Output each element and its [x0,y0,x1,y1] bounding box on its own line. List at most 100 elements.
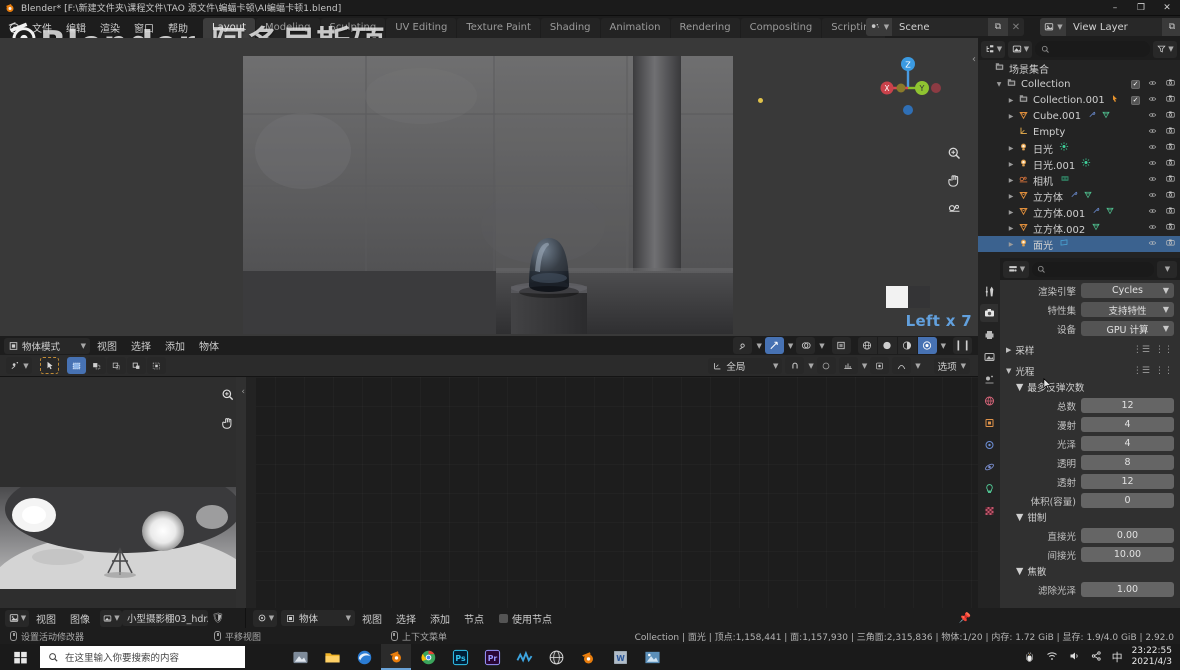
photos-icon[interactable] [285,644,315,670]
disclosure-triangle-icon[interactable]: ▶ [1006,209,1016,216]
zoom-icon[interactable] [944,143,965,164]
preset-list-icon[interactable]: ⋮☰ [1133,366,1150,376]
properties-options-icon[interactable]: ▼ [1157,261,1177,278]
taskbar-search-input[interactable]: 在这里输入你要搜索的内容 [40,646,245,668]
drag-dots-icon[interactable]: ⋮⋮ [1155,345,1173,355]
viewport-sidebar-toggle-icon[interactable]: ‹ [972,54,976,65]
node-menu-select[interactable]: 选择 [389,609,423,628]
section-preset-icons[interactable]: ⋮☰ ⋮⋮ [1133,345,1180,355]
eye-icon[interactable] [1147,95,1158,106]
eye-icon[interactable] [1147,207,1158,218]
render-camera-icon[interactable] [1165,206,1176,218]
volume-icon[interactable] [1068,650,1081,665]
disclosure-triangle-icon[interactable]: ▼ [994,81,1004,88]
mesh-data-icon[interactable] [1105,206,1115,218]
camera-data-icon[interactable] [1059,174,1071,186]
edge-icon[interactable] [349,644,379,670]
proportional-edit-icon[interactable] [817,357,836,374]
property-dropdown[interactable]: GPU 计算▼ [1081,321,1174,336]
outliner-search-input[interactable] [1035,41,1150,57]
section-preset-icons[interactable]: ⋮☰⋮⋮ [1133,366,1180,376]
disclosure-triangle-icon[interactable]: ▶ [1006,241,1016,248]
select-set-icon[interactable] [67,357,86,374]
taskbar-clock[interactable]: 23:22:55 2021/4/3 [1132,646,1172,668]
tab-modeling[interactable]: Modeling [256,18,320,38]
tweak-tool-icon[interactable] [40,357,59,374]
image-zoom-icon[interactable] [218,385,238,405]
shader-type-dropdown[interactable]: 物体 ▼ [281,610,355,626]
select-difference-icon[interactable] [127,357,146,374]
properties-search-input[interactable] [1032,262,1154,277]
tab-sculpting[interactable]: Sculpting [321,18,386,38]
tab-physics[interactable] [980,458,998,476]
tab-render[interactable] [980,304,998,322]
render-camera-icon[interactable] [1165,142,1176,154]
shading-rendered-icon[interactable] [918,337,937,354]
node-editor-sidebar[interactable] [246,377,256,608]
image-menu-image[interactable]: 图像 [63,609,97,628]
eye-icon[interactable] [1147,111,1158,122]
select-extend-icon[interactable] [87,357,106,374]
outliner-filter-icon[interactable]: ▼ [1153,41,1177,58]
property-dropdown[interactable]: Cycles▼ [1081,283,1174,298]
tab-scene[interactable] [980,370,998,388]
disclosure-triangle-icon[interactable]: ▶ [1006,177,1016,184]
viewport-pause-icon[interactable]: ❙❙ [953,337,972,354]
render-camera-icon[interactable] [1165,238,1176,250]
properties-editor[interactable]: ▼ ▼ 渲染引擎Cycles▼特性集支持特性▼设备GPU 计算▼▶采样⋮☰⋮⋮▼… [978,258,1180,608]
property-subsection-header[interactable]: ▼钳制 [1000,509,1180,525]
tab-world[interactable] [980,392,998,410]
tab-material[interactable] [980,502,998,520]
blender-logo-icon[interactable] [3,18,25,36]
outliner-row[interactable]: ▶立方体.001 [978,204,1180,220]
image-sidebar-toggle-icon[interactable]: ‹ [241,387,245,397]
xray-toggle-icon[interactable] [832,337,851,354]
disclosure-triangle-icon[interactable]: ▶ [1006,97,1016,104]
outliner-row[interactable]: ▶日光 [978,140,1180,156]
tab-layout[interactable]: Layout [203,18,255,38]
disclosure-triangle-icon[interactable]: ▶ [1006,225,1016,232]
select-subtract-icon[interactable] [107,357,126,374]
render-camera-icon[interactable] [1165,110,1176,122]
disclosure-triangle-icon[interactable]: ▶ [1006,145,1016,152]
render-camera-icon[interactable] [1165,158,1176,170]
outliner-row[interactable]: ▶Cube.001 [978,108,1180,124]
word-icon[interactable]: W [605,644,635,670]
viewport-menu-select[interactable]: 选择 [124,336,158,355]
gizmo-toggle-icon[interactable] [765,337,784,354]
explorer-icon[interactable] [317,644,347,670]
eye-icon[interactable] [1147,175,1158,186]
modifier-icon[interactable] [1091,206,1101,218]
eye-icon[interactable] [1147,191,1158,202]
outliner-row[interactable]: Empty [978,124,1180,140]
tab-compositing[interactable]: Compositing [741,18,822,38]
render-camera-icon[interactable] [1165,126,1176,138]
mesh-data-icon[interactable] [1101,110,1111,122]
render-camera-icon[interactable] [1165,78,1176,90]
property-value-field[interactable]: 4 [1081,436,1174,451]
photoshop-icon[interactable]: Ps [445,644,475,670]
sun-data-icon[interactable] [1059,142,1069,154]
tab-view-layer[interactable] [980,348,998,366]
penguin-icon[interactable] [1023,649,1036,666]
premiere-icon[interactable]: Pr [477,644,507,670]
view-layer-icon[interactable]: ▼ [1040,18,1066,36]
cursor-icon[interactable] [1111,93,1119,107]
viewport-menu-view[interactable]: 视图 [90,336,124,355]
outliner[interactable]: ▼ ▼ ▼ 场景集合▼Collection✓▶Collection.001✓▶C… [978,38,1180,258]
property-value-field[interactable]: 4 [1081,417,1174,432]
image-editor-sidebar[interactable] [236,377,246,608]
swatch-dark[interactable] [908,286,930,308]
outliner-row[interactable]: ▶日光.001 [978,156,1180,172]
select-intersect-icon[interactable] [147,357,166,374]
use-nodes-checkbox[interactable] [499,614,508,623]
outliner-display-mode-icon[interactable]: ▼ [1008,41,1032,58]
share-icon[interactable] [1090,650,1103,665]
close-button[interactable]: ✕ [1154,0,1180,16]
menu-window[interactable]: 窗口 [127,18,161,37]
preset-list-icon[interactable]: ⋮☰ [1133,345,1150,355]
property-value-field[interactable]: 12 [1081,398,1174,413]
swatch-white[interactable] [886,286,908,308]
scene-icon[interactable]: ▼ [866,18,892,36]
scene-unlink-button[interactable]: ✕ [1008,18,1024,36]
